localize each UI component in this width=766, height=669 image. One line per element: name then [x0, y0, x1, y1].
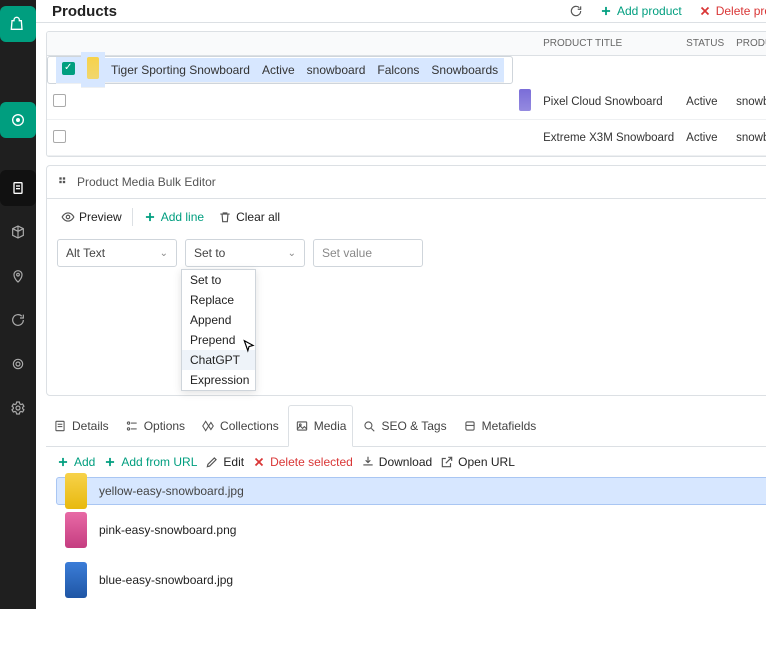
- row-checkbox[interactable]: [62, 62, 75, 75]
- media-thumb: [65, 473, 87, 509]
- media-filename: pink-easy-snowboard.png: [99, 523, 236, 537]
- tab-icon: [201, 419, 215, 433]
- tab-media[interactable]: Media: [288, 405, 354, 447]
- tag-circle-icon: [10, 112, 26, 128]
- product-grid[interactable]: Product Title Status Product Typ Vendor …: [46, 31, 766, 157]
- nav-item-generic[interactable]: [0, 58, 36, 94]
- dropdown-item[interactable]: Append: [182, 310, 255, 330]
- table-row[interactable]: Tiger Sporting Snowboard Active snowboar…: [47, 56, 513, 84]
- external-link-icon: [440, 455, 454, 469]
- dropdown-item[interactable]: ChatGPT: [182, 350, 255, 370]
- tab-details[interactable]: Details: [46, 405, 116, 447]
- nav-item-gear[interactable]: [0, 390, 36, 426]
- media-item[interactable]: blue-easy-snowboard.jpg ×: [56, 555, 766, 605]
- clear-all-button[interactable]: Clear all: [214, 207, 284, 227]
- pin-icon: [10, 268, 26, 284]
- download-icon: [361, 455, 375, 469]
- media-thumb: [65, 512, 87, 548]
- add-product-button[interactable]: Add product: [593, 0, 688, 22]
- col-status[interactable]: Status: [680, 32, 730, 56]
- plus-icon: [103, 455, 117, 469]
- operation-select[interactable]: Set to⌄: [185, 239, 305, 267]
- operation-dropdown[interactable]: Set toReplaceAppendPrependChatGPTExpress…: [181, 269, 256, 391]
- plus-icon: [56, 455, 70, 469]
- tab-options[interactable]: Options: [118, 405, 192, 447]
- sparkle-icon: [10, 356, 26, 372]
- document-icon: [10, 180, 26, 196]
- bulk-editor-title: Product Media Bulk Editor: [77, 175, 216, 189]
- product-thumb: [519, 125, 531, 147]
- media-item[interactable]: yellow-easy-snowboard.jpg ×: [56, 477, 766, 505]
- x-icon: [698, 4, 712, 18]
- nav-item-pin[interactable]: [0, 258, 36, 294]
- delete-product-button[interactable]: Delete product: [692, 0, 766, 22]
- tab-metafields[interactable]: Metafields: [456, 405, 544, 447]
- table-row[interactable]: Pixel Cloud Snowboard Active snowboard F…: [47, 84, 766, 120]
- grid-icon: [57, 175, 71, 189]
- field-select[interactable]: Alt Text⌄: [57, 239, 177, 267]
- cube-icon: [10, 224, 26, 240]
- page-title: Products: [52, 3, 117, 20]
- header: Products Add product Delete product Dupl…: [36, 0, 766, 23]
- tab-collections[interactable]: Collections: [194, 405, 286, 447]
- eye-icon: [61, 210, 75, 224]
- nav-item-logo[interactable]: [0, 6, 36, 42]
- refresh-icon: [10, 312, 26, 328]
- dropdown-item[interactable]: Expression: [182, 370, 255, 390]
- media-thumb: [65, 562, 87, 598]
- nav-item-cube[interactable]: [0, 214, 36, 250]
- trash-icon: [218, 210, 232, 224]
- media-filename: yellow-easy-snowboard.jpg: [99, 484, 244, 498]
- tab-seo-tags[interactable]: SEO & Tags: [355, 405, 453, 447]
- nav-item-refresh[interactable]: [0, 302, 36, 338]
- add-line-button[interactable]: Add line: [139, 207, 208, 227]
- gear-icon: [10, 400, 26, 416]
- add-media-button[interactable]: Add: [56, 455, 95, 469]
- add-from-url-button[interactable]: Add from URL: [103, 455, 197, 469]
- tab-icon: [53, 419, 67, 433]
- plus-icon: [599, 4, 613, 18]
- detail-tabs: DetailsOptionsCollectionsMediaSEO & Tags…: [46, 404, 766, 447]
- preview-button[interactable]: Preview: [57, 207, 126, 227]
- reload-icon: [569, 4, 583, 18]
- col-title[interactable]: Product Title: [537, 32, 680, 56]
- chevron-down-icon: ⌄: [160, 248, 168, 259]
- tab-icon: [125, 419, 139, 433]
- refresh-button[interactable]: [563, 0, 589, 22]
- plus-icon: [143, 210, 157, 224]
- product-thumb: [519, 89, 531, 111]
- table-row[interactable]: Extreme X3M Snowboard Active snowboard F…: [47, 120, 766, 156]
- media-item[interactable]: pink-easy-snowboard.png ×: [56, 505, 766, 555]
- dropdown-item[interactable]: Replace: [182, 290, 255, 310]
- x-icon: [252, 455, 266, 469]
- pencil-icon: [205, 455, 219, 469]
- row-checkbox[interactable]: [53, 130, 66, 143]
- media-filename: blue-easy-snowboard.jpg: [99, 573, 233, 587]
- row-checkbox[interactable]: [53, 94, 66, 107]
- chevron-down-icon: ⌄: [288, 248, 296, 259]
- delete-selected-media-button[interactable]: Delete selected: [252, 455, 353, 469]
- bag-icon: [10, 16, 26, 32]
- product-thumb: [87, 57, 99, 79]
- nav-item-ai[interactable]: [0, 346, 36, 382]
- value-input[interactable]: Set value: [313, 239, 423, 267]
- nav-item-doc[interactable]: [0, 170, 36, 206]
- bulk-editor: Product Media Bulk Editor – ▢ ✕ Preview …: [46, 165, 766, 396]
- tab-icon: [295, 419, 309, 433]
- open-url-button[interactable]: Open URL: [440, 455, 515, 469]
- dropdown-item[interactable]: Set to: [182, 270, 255, 290]
- dropdown-item[interactable]: Prepend: [182, 330, 255, 350]
- nav-item-selected[interactable]: [0, 102, 36, 138]
- tab-icon: [362, 419, 376, 433]
- col-type[interactable]: Product Typ: [730, 32, 766, 56]
- side-nav: [0, 0, 36, 609]
- edit-media-button[interactable]: Edit: [205, 455, 244, 469]
- media-list: yellow-easy-snowboard.jpg × pink-easy-sn…: [46, 477, 766, 605]
- download-media-button[interactable]: Download: [361, 455, 432, 469]
- tab-icon: [463, 419, 477, 433]
